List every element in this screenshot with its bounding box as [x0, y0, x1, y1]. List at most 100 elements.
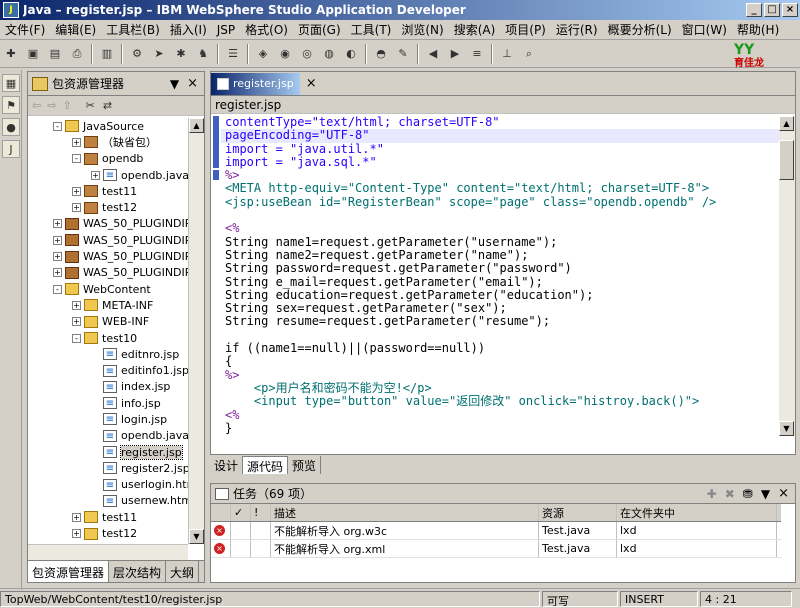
menu-toolbar[interactable]: 工具栏(B): [101, 21, 165, 38]
tree-item[interactable]: + WEB-INF: [28, 314, 190, 330]
tree-item[interactable]: ≡ register2.jsp: [28, 460, 190, 476]
new-folder-icon[interactable]: ◐: [342, 45, 360, 63]
menu-search[interactable]: 搜索(A): [449, 21, 501, 38]
menu-format[interactable]: 格式(O): [240, 21, 293, 38]
perspective-debug-icon[interactable]: ●: [2, 118, 20, 136]
tree-item[interactable]: ≡ index.jsp: [28, 379, 190, 395]
expand-icon[interactable]: +: [72, 203, 81, 213]
maximize-button[interactable]: □: [764, 3, 780, 17]
expand-icon[interactable]: +: [53, 252, 62, 262]
tree-item[interactable]: ≡ usernew.htm: [28, 493, 190, 509]
new-icon[interactable]: ✚: [2, 45, 20, 63]
nav-up-icon[interactable]: ⇧: [62, 99, 71, 112]
tree-item[interactable]: - opendb: [28, 151, 190, 167]
col-priority[interactable]: !: [251, 504, 271, 521]
collapse-icon[interactable]: -: [72, 333, 81, 343]
close-tab-icon[interactable]: ×: [306, 76, 317, 91]
tab-hierarchy[interactable]: 层次结构: [109, 561, 167, 582]
tree-item[interactable]: - WebContent: [28, 281, 190, 297]
tab-source[interactable]: 源代码: [243, 456, 289, 474]
menu-page[interactable]: 页面(G): [293, 21, 346, 38]
collapse-icon[interactable]: -: [53, 121, 62, 131]
expand-icon[interactable]: +: [72, 186, 81, 196]
link-editor-icon[interactable]: ⇄: [103, 99, 112, 112]
expand-icon[interactable]: +: [72, 317, 81, 327]
print-icon[interactable]: ⎙: [68, 45, 86, 63]
menu-edit[interactable]: 编辑(E): [50, 21, 101, 38]
scroll-up-icon[interactable]: ▲: [189, 118, 204, 133]
tree-item[interactable]: + test12: [28, 199, 190, 215]
history-icon[interactable]: ≡: [468, 45, 486, 63]
gear-icon[interactable]: ⚙: [128, 45, 146, 63]
tree-item[interactable]: ≡ login.jsp: [28, 411, 190, 427]
tree-item[interactable]: + META-INF: [28, 297, 190, 313]
editor-vscroll[interactable]: ▲ ▼: [779, 116, 795, 436]
open-perspective-icon[interactable]: ◓: [372, 45, 390, 63]
filter-icon[interactable]: ⛃: [743, 487, 753, 501]
tree-item[interactable]: + WAS_50_PLUGINDIR: [28, 248, 190, 264]
wrench-icon[interactable]: ✎: [394, 45, 412, 63]
scroll-thumb[interactable]: [779, 140, 794, 180]
tree-item[interactable]: + test11: [28, 183, 190, 199]
expand-icon[interactable]: +: [53, 219, 62, 229]
save-all-icon[interactable]: ▤: [46, 45, 64, 63]
expand-icon[interactable]: +: [72, 529, 81, 539]
tree-item[interactable]: + ≡ opendb.java: [28, 167, 190, 183]
close-view-icon[interactable]: ×: [187, 76, 198, 91]
expand-icon[interactable]: +: [53, 235, 62, 245]
tree-item[interactable]: + WAS_50_PLUGINDIR: [28, 216, 190, 232]
nav-back-icon[interactable]: ⇦: [32, 99, 41, 112]
menu-navigate[interactable]: 浏览(N): [396, 21, 448, 38]
col-folder[interactable]: 在文件夹中: [617, 504, 777, 521]
tree-item[interactable]: ≡ register.jsp: [28, 444, 190, 460]
menu-insert[interactable]: 插入(I): [165, 21, 212, 38]
delete-task-icon[interactable]: ✖: [725, 487, 735, 501]
collapse-icon[interactable]: -: [53, 284, 62, 294]
new-class-icon[interactable]: ◈: [254, 45, 272, 63]
tab-preview[interactable]: 预览: [288, 456, 322, 474]
pin-icon[interactable]: ⊥: [498, 45, 516, 63]
tree-item[interactable]: + WAS_50_PLUGINDIR: [28, 265, 190, 281]
menu-file[interactable]: 文件(F): [0, 21, 50, 38]
editor-tab-register[interactable]: register.jsp: [211, 72, 300, 95]
tree-item[interactable]: ≡ opendb.java: [28, 428, 190, 444]
table-row[interactable]: × 不能解析导入 org.w3c Test.java lxd: [211, 522, 781, 540]
expand-icon[interactable]: +: [53, 268, 62, 278]
expand-icon[interactable]: +: [72, 512, 81, 522]
tree-item[interactable]: + （缺省包）: [28, 134, 190, 150]
menu-profile[interactable]: 概要分析(L): [603, 21, 677, 38]
view-menu-icon[interactable]: ▼: [761, 487, 770, 501]
scroll-down-icon[interactable]: ▼: [779, 421, 794, 436]
perspective-resource-icon[interactable]: ▦: [2, 74, 20, 92]
new-package-icon[interactable]: ◉: [276, 45, 294, 63]
col-resource[interactable]: 资源: [539, 504, 617, 521]
menu-tools[interactable]: 工具(T): [346, 21, 397, 38]
tree-item[interactable]: + test12: [28, 525, 190, 541]
search-icon[interactable]: ⌕: [520, 45, 538, 63]
perspective-java-icon[interactable]: J: [2, 140, 20, 158]
menu-help[interactable]: 帮助(H): [732, 21, 784, 38]
tree-item[interactable]: - JavaSource: [28, 118, 190, 134]
nav-forward-icon[interactable]: ⇨: [47, 99, 56, 112]
table-row[interactable]: × 不能解析导入 org.xml Test.java lxd: [211, 540, 781, 558]
explorer-hscroll[interactable]: [28, 544, 188, 560]
col-type[interactable]: [211, 504, 231, 521]
new-file-icon[interactable]: ◍: [320, 45, 338, 63]
tab-outline[interactable]: 大纲: [166, 561, 200, 582]
back-icon[interactable]: ◀: [424, 45, 442, 63]
debug-icon[interactable]: ✱: [172, 45, 190, 63]
close-button[interactable]: ×: [782, 3, 798, 17]
forward-icon[interactable]: ▶: [446, 45, 464, 63]
view-menu-icon[interactable]: ▼: [170, 77, 179, 91]
menu-jsp[interactable]: JSP: [212, 23, 240, 37]
tree-item[interactable]: ≡ info.jsp: [28, 395, 190, 411]
tab-design[interactable]: 设计: [210, 456, 244, 474]
col-description[interactable]: 描述: [271, 504, 539, 521]
new-interface-icon[interactable]: ◎: [298, 45, 316, 63]
explorer-vscroll[interactable]: ▲ ▼: [188, 118, 204, 544]
server-icon[interactable]: ☰: [224, 45, 242, 63]
tree-item[interactable]: - test10: [28, 330, 190, 346]
tree-item[interactable]: + WAS_50_PLUGINDIR: [28, 232, 190, 248]
collapse-icon[interactable]: -: [72, 154, 81, 164]
add-task-icon[interactable]: ✚: [707, 487, 717, 501]
